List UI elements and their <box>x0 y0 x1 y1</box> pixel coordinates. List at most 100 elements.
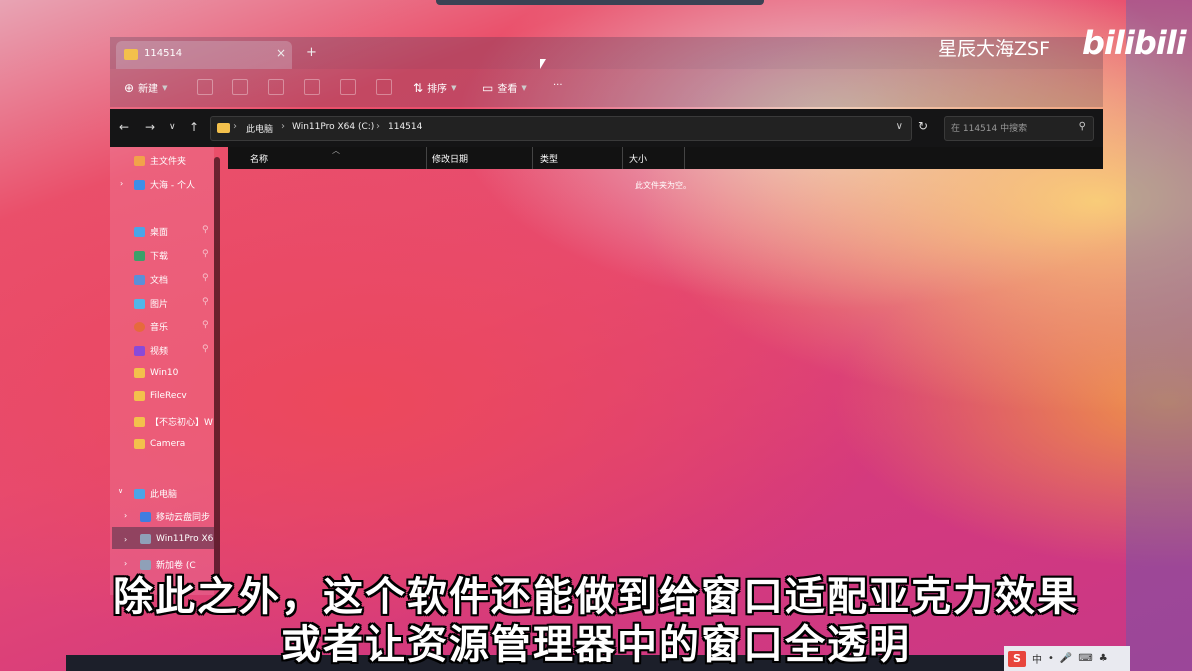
chevron-right-icon[interactable]: › <box>124 535 127 544</box>
view-label: 查看 <box>497 84 518 95</box>
refresh-icon[interactable]: ↻ <box>918 119 928 133</box>
back-arrow-icon[interactable]: ← <box>119 120 129 134</box>
close-tab-button[interactable]: × <box>276 46 286 60</box>
sidebar-item-label: Win11Pro X6 <box>156 534 214 544</box>
sidebar-item-win10[interactable]: Win10 <box>134 368 178 378</box>
column-type[interactable]: 类型 <box>540 152 558 165</box>
sort-button[interactable]: ⇅ 排序 ▼ <box>413 80 456 96</box>
view-button[interactable]: ▭ 查看 ▼ <box>482 80 527 96</box>
sort-ascending-icon: ︿ <box>332 146 340 155</box>
chevron-right-icon[interactable]: › <box>124 511 127 520</box>
tab-title: 114514 <box>144 48 183 59</box>
new-tab-button[interactable]: + <box>306 45 317 60</box>
breadcrumb-separator: › <box>233 121 237 132</box>
folder-icon <box>124 49 138 60</box>
computer-icon <box>134 488 145 499</box>
sidebar-item-label: 音乐 <box>150 323 169 333</box>
sidebar-item-drive-c[interactable]: Win11Pro X6 <box>140 534 213 544</box>
forward-arrow-icon[interactable]: → <box>145 120 155 134</box>
sidebar-item-label: 图片 <box>150 300 169 310</box>
download-icon <box>134 250 145 261</box>
view-icon: ▭ <box>482 80 494 95</box>
keyboard-icon[interactable]: ⌨ <box>1078 653 1092 664</box>
sidebar-item-pictures[interactable]: 图片 <box>134 297 168 310</box>
microphone-icon[interactable]: 🎤 <box>1060 653 1072 664</box>
column-name[interactable]: 名称 <box>250 152 268 165</box>
sidebar-item-onedrive[interactable]: 大海 - 个人 <box>134 178 195 191</box>
search-input[interactable] <box>945 117 1071 140</box>
chevron-down-icon: ▼ <box>521 83 527 92</box>
pin-icon[interactable]: ⚲ <box>202 320 209 330</box>
folder-icon <box>134 368 145 378</box>
sidebar-item-this-pc[interactable]: 此电脑 <box>134 487 177 500</box>
sidebar-item-label: 桌面 <box>150 228 169 238</box>
sogou-ime-icon[interactable]: S <box>1008 650 1026 667</box>
pin-icon[interactable]: ⚲ <box>202 249 209 259</box>
recent-locations-icon[interactable]: ∨ <box>169 122 176 132</box>
column-size[interactable]: 大小 <box>629 152 647 165</box>
pin-icon[interactable]: ⚲ <box>202 344 209 354</box>
sidebar-item-label: 大海 - 个人 <box>150 181 195 191</box>
punctuation-icon[interactable]: • <box>1048 653 1054 664</box>
sidebar-item-label: 移动云盘同步 <box>156 513 211 523</box>
sidebar-item-music[interactable]: 音乐 <box>134 320 168 333</box>
chevron-down-icon[interactable]: ∨ <box>118 487 123 495</box>
search-icon: ⚲ <box>1078 121 1086 132</box>
sidebar-item-label: 下载 <box>150 252 169 262</box>
breadcrumb-separator: › <box>376 121 380 132</box>
sidebar-item-documents[interactable]: 文档 <box>134 273 168 286</box>
more-button[interactable]: ··· <box>553 80 563 91</box>
breadcrumb-this-pc[interactable]: 此电脑 <box>246 122 273 135</box>
sidebar-item-home[interactable]: 主文件夹 <box>134 154 186 167</box>
sidebar-item-label: Win10 <box>150 368 179 378</box>
sidebar-item-videos[interactable]: 视频 <box>134 344 168 357</box>
cut-icon[interactable] <box>197 79 213 95</box>
sidebar-item-desktop[interactable]: 桌面 <box>134 225 168 238</box>
video-icon <box>134 345 145 356</box>
new-button[interactable]: ⊕ 新建 ▼ <box>124 80 168 96</box>
pin-icon[interactable]: ⚲ <box>202 273 209 283</box>
sidebar-item-filerecv[interactable]: FileRecv <box>134 391 187 401</box>
sidebar-item-label: Camera <box>150 439 186 449</box>
pin-icon[interactable]: ⚲ <box>202 225 209 235</box>
column-header: ︿ 名称 修改日期 类型 大小 <box>228 146 1103 169</box>
column-modified[interactable]: 修改日期 <box>432 152 468 165</box>
sidebar-item-label: 文档 <box>150 276 169 286</box>
chevron-right-icon[interactable]: › <box>120 179 123 188</box>
column-divider[interactable] <box>426 147 427 169</box>
breadcrumb-folder[interactable]: 114514 <box>388 122 422 132</box>
delete-icon[interactable] <box>376 79 392 95</box>
sidebar-item-buwangchuxin[interactable]: 【不忘初心】W <box>134 415 213 428</box>
copy-icon[interactable] <box>232 79 248 95</box>
folder-icon <box>217 123 230 133</box>
top-window-edge <box>436 0 764 5</box>
column-divider[interactable] <box>622 147 623 169</box>
sidebar-item-cloud-sync[interactable]: 移动云盘同步 <box>140 510 210 523</box>
chevron-down-icon[interactable]: ∨ <box>896 121 903 132</box>
share-icon[interactable] <box>340 79 356 95</box>
navigation-scrollbar[interactable] <box>214 157 220 587</box>
breadcrumb-drive-c[interactable]: Win11Pro X64 (C:) <box>292 122 374 132</box>
home-icon <box>134 155 145 166</box>
command-bar: ⊕ 新建 ▼ ⇅ 排序 ▼ ▭ 查看 ▼ ··· <box>110 69 1103 107</box>
chevron-down-icon: ▼ <box>162 83 168 92</box>
up-arrow-icon[interactable]: ↑ <box>189 120 199 134</box>
address-bar[interactable]: › 此电脑 › Win11Pro X64 (C:) › 114514 ∨ <box>210 116 912 141</box>
column-divider[interactable] <box>684 147 685 169</box>
rename-icon[interactable] <box>304 79 320 95</box>
sidebar-item-downloads[interactable]: 下载 <box>134 249 168 262</box>
drive-icon <box>140 534 151 544</box>
more-label: ··· <box>553 80 563 91</box>
tab-114514[interactable]: 114514 × <box>116 41 292 69</box>
paste-icon[interactable] <box>268 79 284 95</box>
sort-label: 排序 <box>427 84 448 95</box>
watermark-author: 星辰大海ZSF <box>938 38 1051 60</box>
pin-icon[interactable]: ⚲ <box>202 297 209 307</box>
search-box[interactable]: ⚲ <box>944 116 1094 141</box>
address-bar-row: ← → ∨ ↑ › 此电脑 › Win11Pro X64 (C:) › 1145… <box>110 109 1103 147</box>
ime-mode-indicator[interactable]: 中 <box>1032 651 1042 666</box>
cloud-drive-icon <box>140 511 151 522</box>
skin-icon[interactable]: ♣ <box>1099 653 1108 664</box>
column-divider[interactable] <box>532 147 533 169</box>
sidebar-item-camera[interactable]: Camera <box>134 439 185 449</box>
